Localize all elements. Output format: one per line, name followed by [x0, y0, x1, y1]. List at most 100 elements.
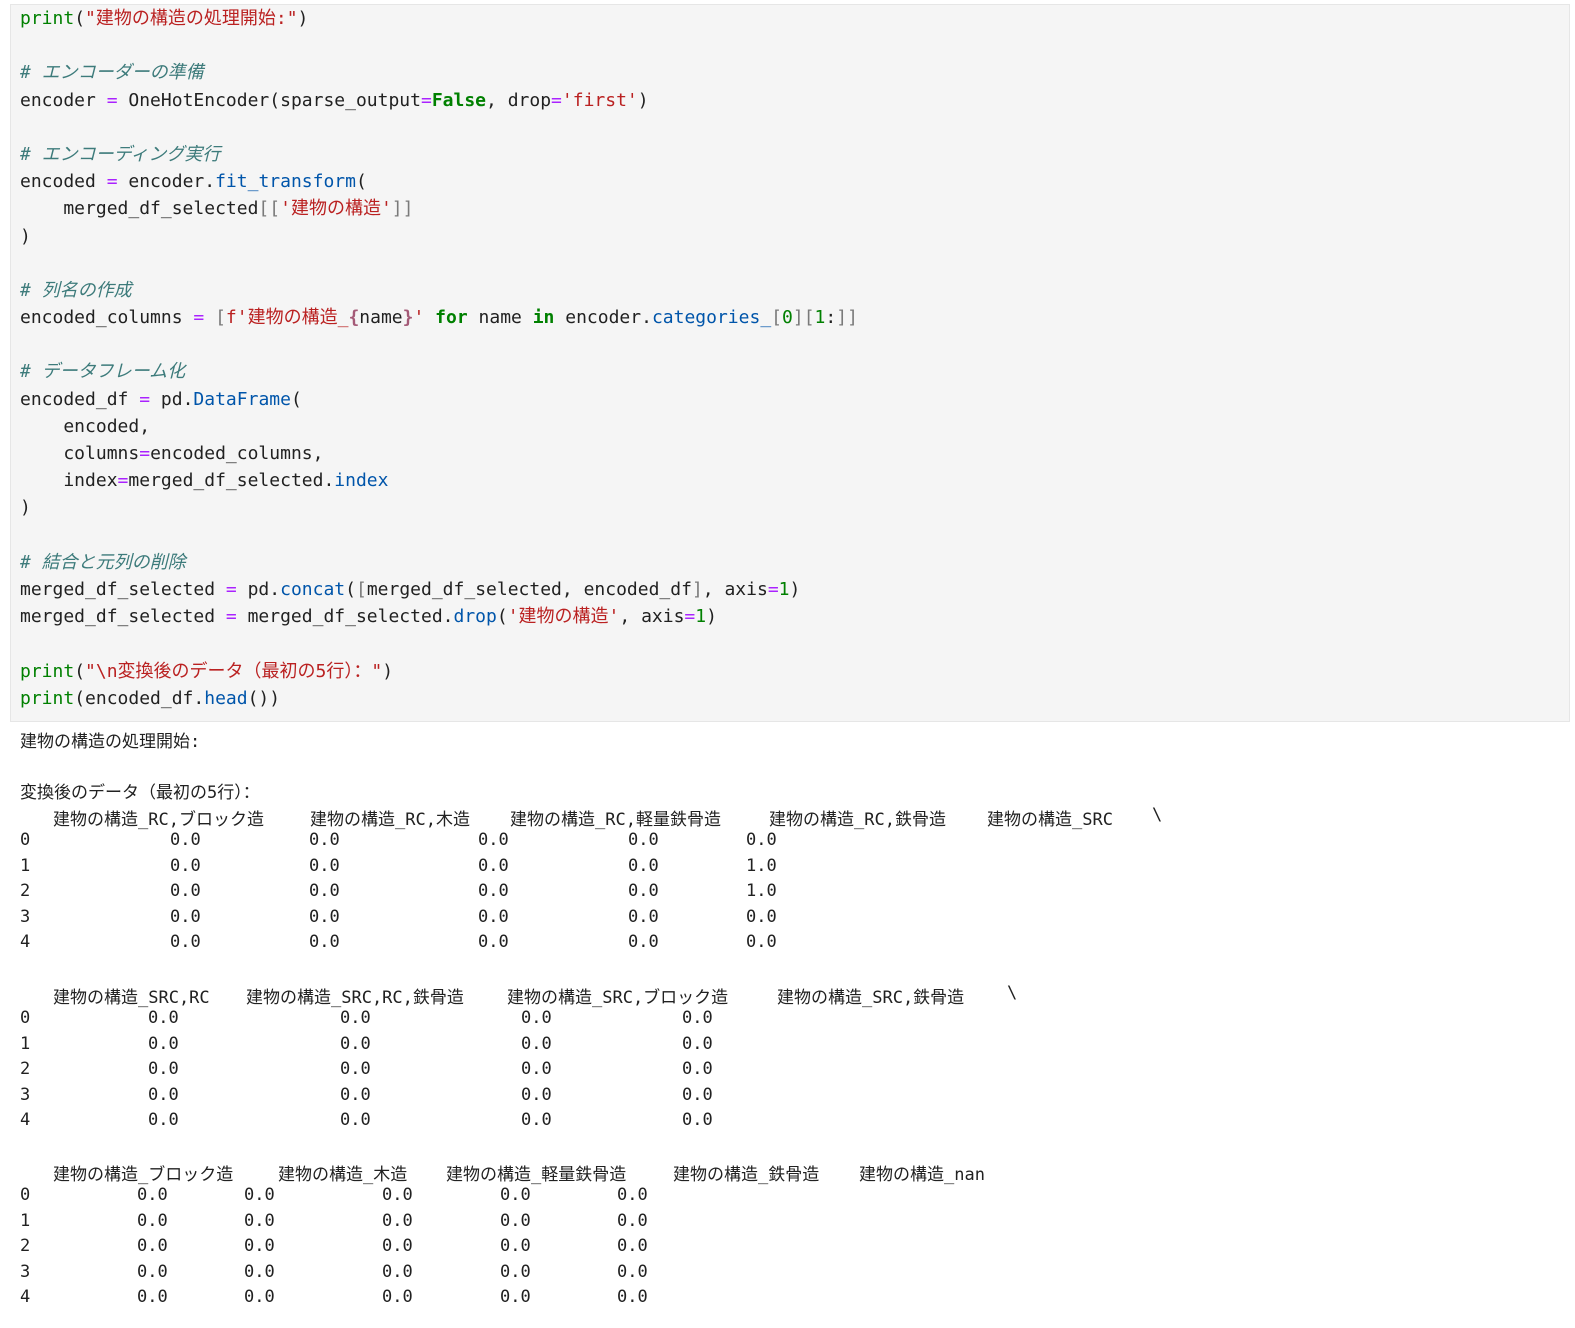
table-cell: 0.0	[309, 881, 340, 902]
code-line: print(encoded_df.head())	[20, 685, 858, 712]
table-cell: 0.0	[682, 1059, 713, 1080]
code-token: (	[74, 8, 86, 29]
code-token: ())	[247, 687, 281, 709]
table-cell: 0.0	[500, 1236, 531, 1257]
column-header: 建物の構造_nan	[859, 1165, 985, 1185]
code-token: encoded	[20, 171, 107, 193]
code-token: # 結合と元列の削除	[20, 551, 186, 573]
column-header: 建物の構造_SRC	[987, 810, 1113, 830]
code-token: [	[215, 307, 226, 329]
code-token: 1	[814, 307, 826, 329]
table-cell: 0.0	[500, 1185, 531, 1206]
code-line: encoded_df = pd.DataFrame(	[20, 386, 858, 413]
code-cell-input[interactable]: print("建物の構造の処理開始:") # エンコーダーの準備 encoder …	[10, 4, 1570, 722]
table-cell: 0.0	[521, 1084, 552, 1105]
code-token: encoder.	[117, 171, 216, 193]
code-token: (encoded_df.	[74, 687, 205, 709]
table-cell: 0.0	[148, 1110, 179, 1130]
table-cell: 0.0	[478, 906, 509, 927]
code-token: merged_df_selected	[20, 198, 259, 220]
code-line: print("\n変換後のデータ（最初の5行）：")	[20, 658, 858, 685]
row-index: 4	[20, 1110, 31, 1130]
code-line: print("建物の構造の処理開始:")	[20, 5, 858, 32]
table-cell: 0.0	[500, 1261, 531, 1282]
code-line: encoded = encoder.fit_transform(	[20, 168, 858, 195]
code-token: drop	[453, 606, 497, 628]
code-token: head	[204, 687, 248, 709]
table-cell: 1.0	[746, 855, 777, 876]
code-line: # 列名の作成	[20, 277, 858, 304]
code-line: encoder = OneHotEncoder(sparse_output=Fa…	[20, 87, 858, 114]
table-cell: 0.0	[170, 830, 201, 851]
table-cell: 0.0	[521, 1033, 552, 1054]
code-line: merged_df_selected = pd.concat([merged_d…	[20, 576, 858, 603]
table-cell: 0.0	[382, 1185, 413, 1206]
code-token: merged_df_selected, encoded_df	[366, 578, 692, 600]
code-line: columns=encoded_columns,	[20, 440, 858, 467]
row-index: 0	[20, 1185, 31, 1206]
code-token: merged_df_selected.	[128, 470, 335, 492]
table-cell: 0.0	[309, 855, 340, 876]
table-cell: 0.0	[148, 1059, 179, 1080]
table-cell: 0.0	[382, 1210, 413, 1231]
code-token: (	[496, 606, 508, 628]
row-index: 2	[20, 1236, 31, 1257]
table-cell: 0.0	[382, 1261, 413, 1282]
code-token: =	[225, 606, 237, 628]
code-token: =	[139, 388, 151, 410]
table-cell: 0.0	[617, 1210, 648, 1231]
code-token: pd.	[150, 388, 194, 410]
column-header: 建物の構造_SRC,RC	[53, 988, 210, 1008]
code-line: encoded_columns = [f'建物の構造_{name}' for n…	[20, 304, 858, 331]
code-token: print	[20, 660, 75, 682]
column-header: 建物の構造_鉄骨造	[673, 1165, 820, 1185]
column-header: \	[1152, 805, 1163, 825]
code-token: print	[20, 8, 75, 29]
table-cell: 0.0	[244, 1261, 275, 1282]
code-token: in	[532, 307, 555, 329]
code-line: encoded,	[20, 413, 858, 440]
row-index: 3	[20, 906, 31, 927]
row-index: 4	[20, 1287, 31, 1307]
table-cell: 0.0	[617, 1185, 648, 1206]
code-token: encoded,	[20, 415, 151, 437]
code-editor[interactable]: print("建物の構造の処理開始:") # エンコーダーの準備 encoder …	[20, 5, 858, 712]
table-cell: 0.0	[521, 1059, 552, 1080]
code-token: (	[74, 660, 86, 682]
table-cell: 0.0	[170, 855, 201, 876]
table-cell: 0.0	[340, 1110, 371, 1130]
code-token: '	[413, 307, 425, 329]
code-token: (	[355, 171, 367, 193]
code-token: # エンコーダーの準備	[20, 62, 204, 84]
code-token: for	[435, 307, 468, 329]
table-cell: 0.0	[628, 881, 659, 902]
code-token: "建物の構造の処理開始:"	[85, 8, 298, 29]
code-token: [	[771, 307, 783, 329]
table-cell: 0.0	[137, 1261, 168, 1282]
code-token: , axis	[619, 606, 685, 628]
output-line-start: 建物の構造の処理開始:	[20, 732, 201, 752]
code-token: 'first'	[561, 89, 638, 111]
code-token: merged_df_selected	[20, 578, 226, 600]
table-cell: 0.0	[170, 881, 201, 902]
code-token: # 列名の作成	[20, 279, 132, 301]
table-cell: 0.0	[521, 1110, 552, 1130]
code-token: )	[20, 225, 31, 247]
row-index: 3	[20, 1084, 31, 1105]
code-token: [[	[258, 198, 281, 220]
column-header: 建物の構造_RC,ブロック造	[53, 810, 264, 830]
table-cell: 0.0	[244, 1287, 275, 1307]
table-cell: 0.0	[682, 1110, 713, 1130]
table-cell: 0.0	[746, 906, 777, 927]
column-header: 建物の構造_ブロック造	[53, 1165, 234, 1185]
table-cell: 0.0	[478, 932, 509, 952]
table-cell: 0.0	[478, 830, 509, 851]
code-token: False	[431, 89, 487, 111]
table-cell: 0.0	[382, 1236, 413, 1257]
code-token: encoder.	[554, 307, 652, 329]
row-index: 0	[20, 1008, 31, 1029]
column-header: \	[1007, 983, 1018, 1003]
